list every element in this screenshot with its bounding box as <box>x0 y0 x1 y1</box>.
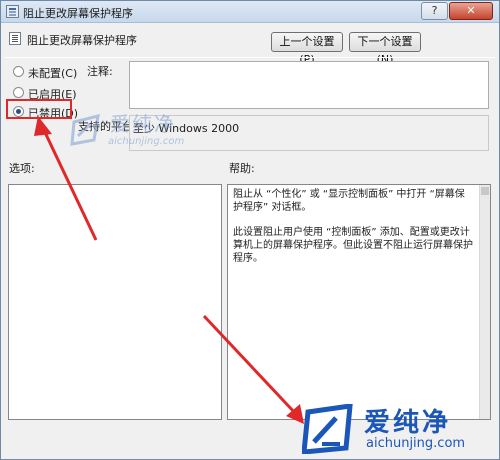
watermark-small-logo-icon <box>70 113 100 146</box>
help-text: 阻止从 “个性化” 或 “显示控制面板” 中打开 “屏幕保护程序” 对话框。 此… <box>233 188 473 277</box>
title-bar[interactable]: 阻止更改屏幕保护程序 ? ✕ <box>1 1 499 23</box>
close-button[interactable]: ✕ <box>449 2 493 20</box>
setting-document-icon <box>9 32 21 45</box>
setting-header: 阻止更改屏幕保护程序 <box>1 25 499 53</box>
window-title: 阻止更改屏幕保护程序 <box>23 7 133 20</box>
options-panel <box>8 184 222 420</box>
previous-setting-button[interactable]: 上一个设置(P) <box>271 32 343 66</box>
watermark-small-cn: 爱纯净 <box>110 112 176 136</box>
setting-name: 阻止更改屏幕保护程序 <box>27 34 137 47</box>
help-scrollbar[interactable] <box>479 185 490 419</box>
comment-label: 注释: <box>87 65 113 78</box>
help-panel: 阻止从 “个性化” 或 “显示控制面板” 中打开 “屏幕保护程序” 对话框。 此… <box>227 184 491 420</box>
comment-textarea[interactable] <box>129 61 489 109</box>
watermark-large-logo-icon <box>302 404 353 454</box>
watermark-small: 爱纯净 aichunjing.com <box>68 108 198 164</box>
options-label: 选项: <box>9 162 35 175</box>
policy-dialog-window: 阻止更改屏幕保护程序 ? ✕ 阻止更改屏幕保护程序 上一个设置(P) 下一个设置… <box>0 0 500 460</box>
next-setting-button[interactable]: 下一个设置(N) <box>349 32 421 66</box>
help-paragraph-1: 阻止从 “个性化” 或 “显示控制面板” 中打开 “屏幕保护程序” 对话框。 <box>233 189 465 213</box>
watermark-large: 爱纯净 aichunjing.com <box>300 400 500 460</box>
help-paragraph-2: 此设置阻止用户使用 “控制面板” 添加、配置或更改计算机上的屏幕保护程序。但此设… <box>233 227 473 264</box>
help-label: 帮助: <box>229 162 255 175</box>
radio-not-configured-label: 未配置(C) <box>28 67 78 80</box>
policy-app-icon <box>6 5 19 18</box>
watermark-large-cn: 爱纯净 <box>364 408 452 438</box>
watermark-large-en: aichunjing.com <box>366 436 466 451</box>
header-divider <box>5 57 495 58</box>
radio-enabled-circle[interactable] <box>13 87 24 98</box>
help-scroll-up-arrow[interactable] <box>481 187 489 195</box>
help-button[interactable]: ? <box>421 2 448 20</box>
watermark-small-en: aichunjing.com <box>108 136 185 147</box>
radio-not-configured-circle[interactable] <box>13 66 24 77</box>
disabled-highlight-box <box>6 99 72 119</box>
